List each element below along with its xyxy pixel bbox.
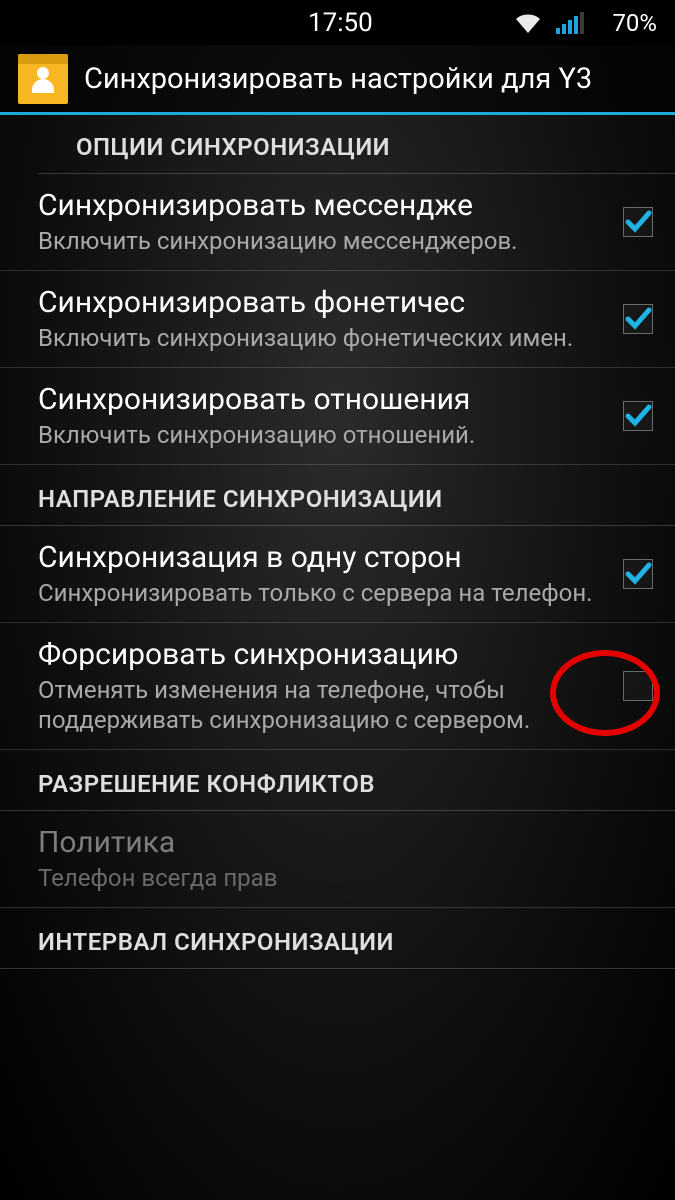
status-bar: 17:50 70% — [0, 0, 675, 45]
section-header-conflict: РАЗРЕШЕНИЕ КОНФЛИКТОВ — [0, 750, 675, 811]
contacts-app-icon — [18, 54, 68, 104]
section-header-sync-options: ОПЦИИ СИНХРОНИЗАЦИИ — [38, 115, 675, 174]
checkbox-messengers[interactable] — [623, 207, 653, 237]
setting-oneway-sync[interactable]: Синхронизация в одну сторон Синхронизиро… — [0, 526, 675, 623]
setting-title: Синхронизировать мессендже — [38, 188, 611, 224]
wifi-icon — [514, 12, 542, 34]
setting-title: Политика — [38, 825, 653, 861]
status-signals — [514, 12, 584, 34]
setting-sync-phonetic[interactable]: Синхронизировать фонетичес Включить синх… — [0, 271, 675, 368]
checkbox-oneway[interactable] — [623, 559, 653, 589]
setting-sync-relations[interactable]: Синхронизировать отношения Включить синх… — [0, 368, 675, 465]
checkbox-phonetic[interactable] — [623, 304, 653, 334]
setting-title: Синхронизировать отношения — [38, 382, 611, 418]
checkbox-force[interactable] — [623, 671, 653, 701]
status-battery: 70% — [612, 9, 657, 37]
setting-title: Форсировать синхронизацию — [38, 637, 611, 673]
setting-force-sync[interactable]: Форсировать синхронизацию Отменять измен… — [0, 623, 675, 750]
setting-subtitle: Включить синхронизацию отношений. — [38, 420, 611, 450]
setting-policy: Политика Телефон всегда прав — [0, 811, 675, 908]
checkbox-relations[interactable] — [623, 401, 653, 431]
cell-signal-icon — [556, 12, 584, 34]
setting-title: Синхронизировать фонетичес — [38, 285, 611, 321]
app-title: Синхронизировать настройки для Y3 — [84, 62, 592, 96]
setting-sync-messengers[interactable]: Синхронизировать мессендже Включить синх… — [0, 174, 675, 271]
setting-subtitle: Включить синхронизацию фонетических имен… — [38, 323, 611, 353]
section-header-interval: ИНТЕРВАЛ СИНХРОНИЗАЦИИ — [0, 908, 675, 969]
setting-title: Синхронизация в одну сторон — [38, 540, 611, 576]
setting-subtitle: Телефон всегда прав — [38, 863, 653, 893]
app-bar: Синхронизировать настройки для Y3 — [0, 45, 675, 115]
status-time: 17:50 — [308, 8, 373, 38]
setting-subtitle: Синхронизировать только с сервера на тел… — [38, 578, 611, 608]
setting-subtitle: Включить синхронизацию мессенджеров. — [38, 226, 611, 256]
setting-subtitle: Отменять изменения на телефоне, чтобы по… — [38, 675, 611, 735]
settings-list[interactable]: ОПЦИИ СИНХРОНИЗАЦИИ Синхронизировать мес… — [0, 115, 675, 969]
section-header-sync-direction: НАПРАВЛЕНИЕ СИНХРОНИЗАЦИИ — [0, 465, 675, 526]
